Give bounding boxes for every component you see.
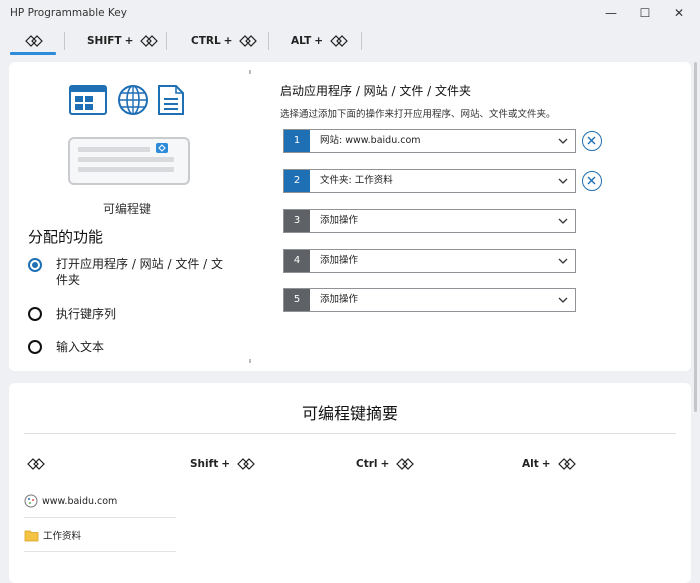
plus-sign: + — [221, 458, 231, 470]
summary-column-shift: Shift + — [190, 458, 258, 470]
title-bar: HP Programmable Key — ☐ ✕ — [0, 0, 700, 26]
action-value: 添加操作 — [320, 294, 359, 305]
launch-section-title: 启动应用程序 / 网站 / 文件 / 文件夹 — [280, 84, 472, 98]
action-value: 网站: www.baidu.com — [320, 135, 421, 146]
tab-separator — [268, 32, 269, 50]
launch-section-description: 选择通过添加下面的操作来打开应用程序、网站、文件或文件夹。 — [280, 109, 556, 120]
column-modifier-label: Alt — [522, 458, 539, 470]
active-tab-indicator — [10, 52, 56, 55]
action-dropdown-4[interactable]: 4 添加操作 — [283, 249, 576, 273]
divider-handle — [249, 359, 251, 363]
window-app-icon — [69, 85, 107, 119]
action-dropdown-1[interactable]: 1 网站: www.baidu.com — [283, 129, 576, 153]
key-diamond-icon — [237, 458, 255, 470]
radio-key-sequence-label[interactable]: 执行键序列 — [56, 306, 116, 322]
radio-open-app-label[interactable]: 打开应用程序 / 网站 / 文件 / 文 件夹 — [56, 256, 223, 288]
radio-input-text-label[interactable]: 输入文本 — [56, 339, 104, 355]
action-value: 文件夹: 工作资料 — [320, 175, 393, 186]
tab-separator — [64, 32, 65, 50]
remove-action-2-button[interactable] — [582, 171, 602, 191]
summary-item-divider — [24, 517, 176, 518]
close-icon — [587, 136, 596, 145]
radio-label-line: 打开应用程序 / 网站 / 文件 / 文 — [56, 257, 224, 271]
assigned-function-title: 分配的功能 — [28, 228, 104, 246]
configuration-panel: 可编程键 分配的功能 打开应用程序 / 网站 / 文件 / 文 件夹 执行键序列… — [9, 62, 691, 371]
key-diamond-icon — [140, 35, 159, 47]
plus-sign: + — [541, 458, 551, 470]
plus-sign: + — [223, 35, 233, 47]
action-number: 4 — [284, 250, 310, 272]
window-scrollbar[interactable] — [694, 62, 697, 412]
key-diamond-icon — [330, 35, 348, 47]
minimize-button[interactable]: — — [598, 4, 624, 22]
keycap-icon — [68, 137, 190, 185]
tab-separator — [361, 32, 362, 50]
key-diamond-icon — [27, 458, 45, 470]
summary-panel: 可编程键摘要 Shift + Ctrl + Alt + www.baidu.com 工… — [9, 383, 691, 583]
key-diamond-icon — [557, 458, 576, 470]
column-modifier-label: Shift — [190, 458, 219, 470]
key-diamond-icon — [25, 35, 43, 47]
action-dropdown-3[interactable]: 3 添加操作 — [283, 209, 576, 233]
chevron-down-icon — [558, 138, 568, 144]
close-icon — [587, 176, 596, 185]
summary-column-alt: Alt + — [522, 458, 579, 470]
plus-sign: + — [314, 35, 324, 47]
plus-sign: + — [380, 458, 390, 470]
divider-handle — [249, 70, 251, 74]
key-diamond-icon — [239, 35, 258, 47]
radio-open-app[interactable] — [28, 258, 42, 272]
action-dropdown-5[interactable]: 5 添加操作 — [283, 288, 576, 312]
summary-item-divider — [24, 551, 176, 552]
programmable-key-label: 可编程键 — [102, 202, 151, 216]
plus-sign: + — [124, 35, 134, 47]
action-dropdown-2[interactable]: 2 文件夹: 工作资料 — [283, 169, 576, 193]
remove-action-1-button[interactable] — [582, 131, 602, 151]
column-modifier-label: Ctrl — [356, 458, 378, 470]
app-title: HP Programmable Key — [10, 7, 127, 19]
document-icon — [157, 84, 185, 120]
action-number: 2 — [284, 170, 310, 192]
tab-modifier-label: CTRL — [191, 35, 221, 47]
tab-separator — [166, 32, 167, 50]
radio-label-line: 件夹 — [56, 273, 81, 287]
chevron-down-icon — [558, 178, 568, 184]
summary-title: 可编程键摘要 — [301, 404, 398, 423]
link-icon — [156, 143, 168, 153]
tab-modifier-label: SHIFT — [87, 35, 122, 47]
summary-item-text: 工作资料 — [43, 531, 82, 542]
chevron-down-icon — [558, 218, 568, 224]
summary-column-ctrl: Ctrl + — [356, 458, 417, 470]
summary-item-folder[interactable]: 工作资料 — [24, 528, 81, 542]
folder-icon — [24, 530, 39, 541]
tab-ctrl[interactable]: CTRL + — [191, 28, 260, 54]
radio-key-sequence[interactable] — [28, 307, 42, 321]
key-diamond-icon — [396, 458, 415, 470]
radio-input-text[interactable] — [28, 340, 42, 354]
modifier-tabs: SHIFT + CTRL + ALT + — [0, 28, 700, 55]
summary-item-website[interactable]: www.baidu.com — [24, 494, 117, 508]
action-number: 5 — [284, 289, 310, 311]
tab-alt[interactable]: ALT + — [291, 28, 351, 54]
summary-column-key-only — [24, 458, 48, 470]
tab-shift[interactable]: SHIFT + — [87, 28, 161, 54]
globe-icon — [117, 84, 149, 120]
summary-divider — [24, 433, 676, 434]
chevron-down-icon — [558, 297, 568, 303]
close-button[interactable]: ✕ — [666, 4, 692, 22]
chevron-down-icon — [558, 258, 568, 264]
action-number: 1 — [284, 130, 310, 152]
summary-item-text: www.baidu.com — [42, 495, 118, 507]
action-value: 添加操作 — [320, 215, 359, 226]
tab-modifier-label: ALT — [291, 35, 312, 47]
tab-key-only[interactable] — [22, 28, 46, 54]
action-number: 3 — [284, 210, 310, 232]
action-value: 添加操作 — [320, 255, 359, 266]
maximize-button[interactable]: ☐ — [632, 4, 658, 22]
website-icon — [24, 494, 38, 508]
